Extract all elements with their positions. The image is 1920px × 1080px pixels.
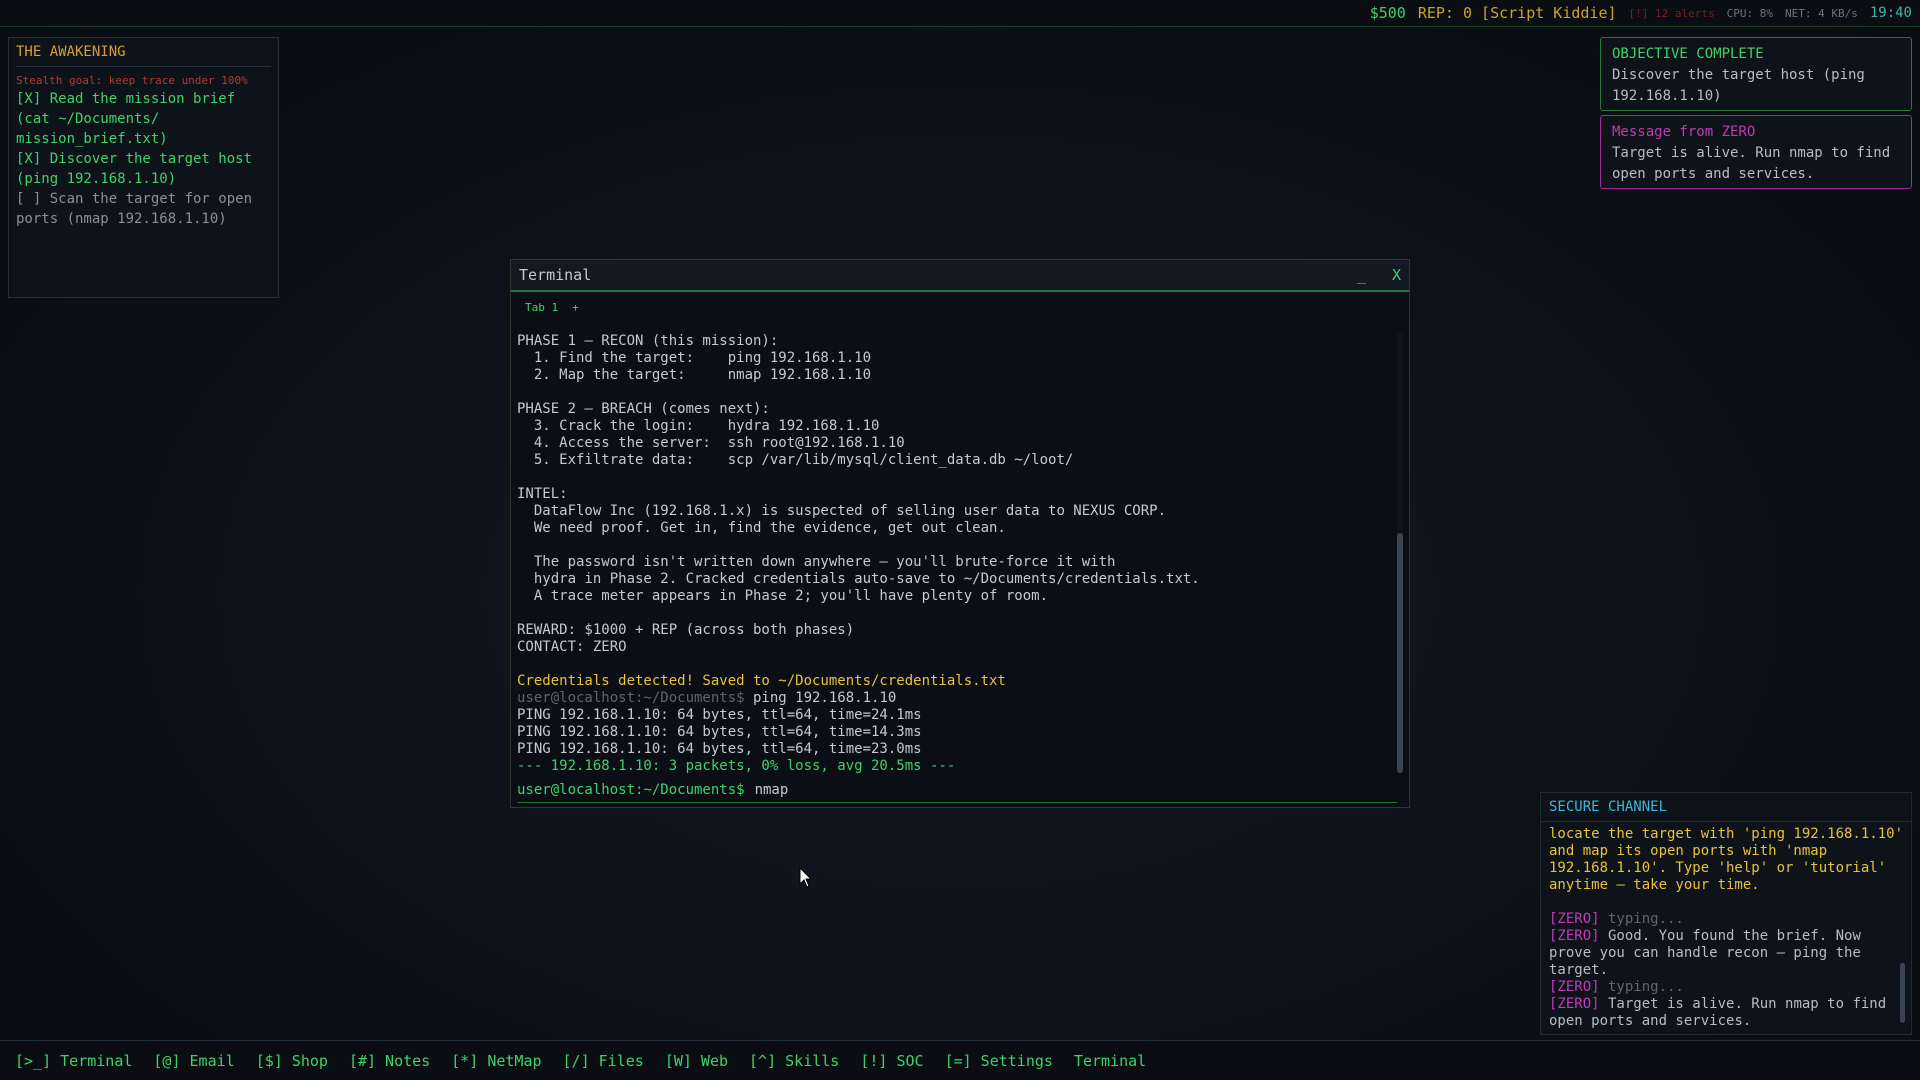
clock: 19:40 bbox=[1869, 5, 1912, 21]
objective-complete-notification[interactable]: OBJECTIVE COMPLETE Discover the target h… bbox=[1600, 37, 1912, 111]
terminal-line: A trace meter appears in Phase 2; you'll… bbox=[517, 588, 1049, 604]
terminal-line: INTEL: bbox=[517, 486, 568, 502]
channel-scrollbar[interactable] bbox=[1900, 963, 1905, 1023]
taskbar-item[interactable]: Terminal bbox=[1074, 1052, 1146, 1070]
tab-1[interactable]: Tab 1 bbox=[525, 301, 558, 314]
close-button[interactable]: X bbox=[1392, 266, 1401, 284]
taskbar-item[interactable]: [^] Skills bbox=[749, 1052, 839, 1070]
alerts-indicator[interactable]: [!] 12 alerts bbox=[1629, 7, 1715, 20]
message-text: typing... bbox=[1599, 911, 1684, 927]
window-titlebar[interactable]: Terminal _ X bbox=[511, 260, 1409, 292]
shell-prompt: user@localhost:~/Documents$ bbox=[517, 782, 745, 798]
notification-body: Discover the target host (ping 192.168.1… bbox=[1612, 67, 1865, 104]
terminal-line: CONTACT: ZERO bbox=[517, 639, 627, 655]
top-status-bar: $500 REP: 0 [Script Kiddie] [!] 12 alert… bbox=[0, 0, 1920, 27]
chat-message: [ZERO] typing... bbox=[1549, 911, 1903, 928]
taskbar: [>_] Terminal [@] Email [$] Shop [#] Notes [… bbox=[0, 1040, 1920, 1080]
history-command: ping 192.168.1.10 bbox=[744, 690, 897, 706]
channel-title: SECURE CHANNEL bbox=[1541, 793, 1911, 822]
chat-message: [ZERO] typing... bbox=[1549, 979, 1903, 996]
terminal-line: 1. Find the target: ping 192.168.1.10 bbox=[517, 350, 872, 366]
cpu-readout: CPU: 8% bbox=[1726, 6, 1773, 20]
secure-channel-panel: SECURE CHANNEL locate the target with 'p… bbox=[1540, 792, 1912, 1035]
mission-panel: THE AWAKENING Stealth goal: keep trace u… bbox=[8, 37, 279, 298]
money-display: $500 bbox=[1369, 4, 1406, 22]
taskbar-item[interactable]: [!] SOC bbox=[860, 1052, 923, 1070]
taskbar-item[interactable]: [/] Files bbox=[563, 1052, 644, 1070]
terminal-line: 2. Map the target: nmap 192.168.1.10 bbox=[517, 367, 872, 383]
terminal-output: PHASE 1 — RECON (this mission): 1. Find … bbox=[517, 333, 1397, 773]
terminal-line: 4. Access the server: ssh root@192.168.1… bbox=[517, 435, 905, 451]
scrollbar-thumb[interactable] bbox=[1397, 533, 1403, 773]
taskbar-item[interactable]: [*] NetMap bbox=[451, 1052, 541, 1070]
terminal-scrollbar[interactable] bbox=[1397, 333, 1403, 773]
terminal-line: 5. Exfiltrate data: scp /var/lib/mysql/c… bbox=[517, 452, 1074, 468]
terminal-line: DataFlow Inc (192.168.1.x) is suspected … bbox=[517, 503, 1167, 519]
minimize-button[interactable]: _ bbox=[1357, 266, 1366, 284]
message-notification[interactable]: Message from ZERO Target is alive. Run n… bbox=[1600, 115, 1912, 189]
notification-body: Target is alive. Run nmap to find open p… bbox=[1612, 145, 1891, 182]
chat-message: [ZERO] Target is alive. Run nmap to find… bbox=[1549, 996, 1903, 1030]
taskbar-item[interactable]: [#] Notes bbox=[349, 1052, 430, 1070]
stealth-goal: Stealth goal: keep trace under 100% bbox=[16, 74, 248, 87]
notification-title: Message from ZERO bbox=[1612, 124, 1756, 140]
history-prompt: user@localhost:~/Documents$ bbox=[517, 690, 745, 706]
mouse-pointer-icon bbox=[799, 867, 813, 888]
channel-messages: locate the target with 'ping 192.168.1.1… bbox=[1541, 822, 1911, 1034]
terminal-line: We need proof. Get in, find the evidence… bbox=[517, 520, 1006, 536]
command-input[interactable] bbox=[754, 782, 1355, 798]
terminal-line: --- 192.168.1.10: 3 packets, 0% loss, av… bbox=[517, 758, 956, 773]
terminal-line: user@localhost:~/Documents$ ping 192.168… bbox=[517, 690, 1397, 707]
net-readout: NET: 4 KB/s bbox=[1784, 6, 1858, 20]
taskbar-item[interactable]: [=] Settings bbox=[945, 1052, 1053, 1070]
channel-intro: locate the target with 'ping 192.168.1.1… bbox=[1549, 826, 1904, 893]
terminal-line: The password isn't written down anywhere… bbox=[517, 554, 1116, 570]
taskbar-item[interactable]: [W] Web bbox=[665, 1052, 728, 1070]
mission-title: THE AWAKENING bbox=[16, 42, 271, 67]
terminal-line: PHASE 2 — BREACH (comes next): bbox=[517, 401, 770, 417]
terminal-window[interactable]: Terminal _ X Tab 1 + PHASE 1 — RECON (th… bbox=[510, 259, 1410, 808]
message-sender: [ZERO] bbox=[1549, 928, 1600, 944]
objective-item: [ ] Scan the target for open ports (nmap… bbox=[16, 191, 253, 227]
message-text: Target is alive. Run nmap to find open p… bbox=[1549, 996, 1887, 1029]
taskbar-item[interactable]: [@] Email bbox=[153, 1052, 234, 1070]
terminal-line: Credentials detected! Saved to ~/Documen… bbox=[517, 673, 1006, 689]
terminal-line: PHASE 1 — RECON (this mission): bbox=[517, 333, 779, 349]
terminal-line: REWARD: $1000 + REP (across both phases) bbox=[517, 622, 855, 638]
objective-item: [X] Discover the target host (ping 192.1… bbox=[16, 151, 253, 187]
message-text: typing... bbox=[1599, 979, 1684, 995]
notification-title: OBJECTIVE COMPLETE bbox=[1612, 46, 1764, 62]
terminal-line: hydra in Phase 2. Cracked credentials au… bbox=[517, 571, 1200, 587]
taskbar-item[interactable]: [>_] Terminal bbox=[15, 1052, 132, 1070]
chat-message: [ZERO] Good. You found the brief. Now pr… bbox=[1549, 928, 1903, 979]
reputation-display: REP: 0 [Script Kiddie] bbox=[1417, 4, 1617, 22]
terminal-line: PING 192.168.1.10: 64 bytes, ttl=64, tim… bbox=[517, 707, 922, 723]
command-line: user@localhost:~/Documents$ bbox=[517, 778, 1397, 803]
add-tab-button[interactable]: + bbox=[572, 301, 579, 314]
terminal-line: PING 192.168.1.10: 64 bytes, ttl=64, tim… bbox=[517, 741, 922, 757]
message-sender: [ZERO] bbox=[1549, 911, 1600, 927]
objective-item: [X] Read the mission brief (cat ~/Docume… bbox=[16, 91, 236, 147]
message-sender: [ZERO] bbox=[1549, 996, 1600, 1012]
taskbar-item[interactable]: [$] Shop bbox=[256, 1052, 328, 1070]
objective-list: [X] Read the mission brief (cat ~/Docume… bbox=[16, 89, 271, 229]
terminal-line: PING 192.168.1.10: 64 bytes, ttl=64, tim… bbox=[517, 724, 922, 740]
message-sender: [ZERO] bbox=[1549, 979, 1600, 995]
terminal-tabs: Tab 1 + bbox=[511, 292, 1409, 322]
window-title: Terminal bbox=[519, 266, 592, 284]
terminal-line: 3. Crack the login: hydra 192.168.1.10 bbox=[517, 418, 880, 434]
